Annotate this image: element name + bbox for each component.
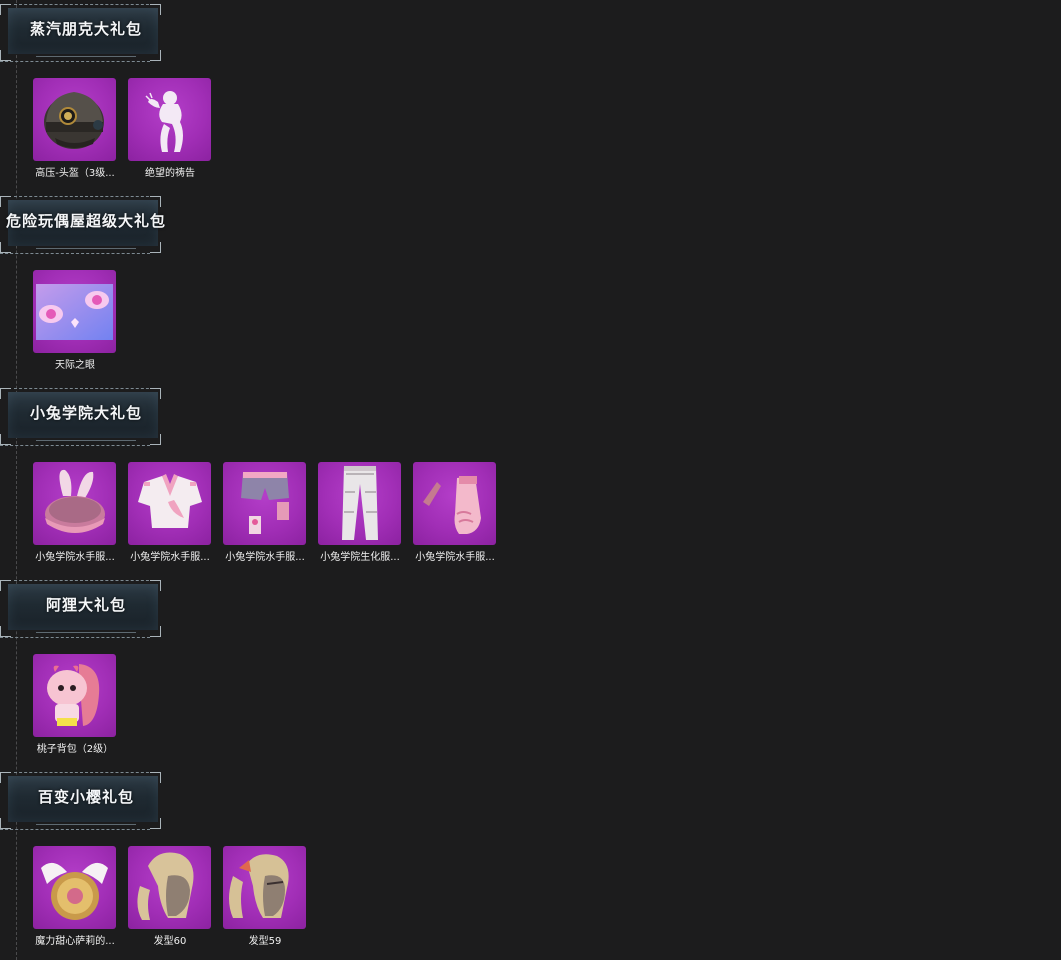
winged-shield-icon: [33, 846, 116, 929]
item-label: 发型60: [153, 936, 187, 947]
bunny-helmet-icon: [33, 462, 116, 545]
pack-title: 百变小樱礼包: [37, 788, 134, 806]
sky-eye-icon: [33, 270, 116, 353]
hairstyle-icon: [223, 846, 306, 929]
emote-prayer-icon: [128, 78, 211, 161]
item-card[interactable]: 发型60: [128, 846, 212, 956]
item-card[interactable]: 绝望的祷告: [128, 78, 212, 188]
pack-title: 蒸汽朋克大礼包: [29, 20, 142, 38]
peach-backpack-icon: [33, 654, 116, 737]
item-card[interactable]: 小兔学院水手服...: [413, 462, 497, 572]
pack-bunny-academy: 小兔学院大礼包 小兔学院水手服... 小兔学院水手服... 小兔学院水手服...…: [0, 384, 520, 576]
sailor-top-icon: [128, 462, 211, 545]
item-card[interactable]: 发型59: [223, 846, 307, 956]
item-card[interactable]: 小兔学院生化服...: [318, 462, 402, 572]
pack-ali: 阿狸大礼包 桃子背包（2级）: [0, 576, 520, 768]
item-label: 小兔学院水手服...: [130, 552, 210, 563]
pack-header: 百变小樱礼包: [0, 768, 170, 834]
item-card[interactable]: 魔力甜心萨莉的...: [33, 846, 117, 956]
helmet-icon: [33, 78, 116, 161]
pack-steampunk: 蒸汽朋克大礼包 高压-头盔（3级... 绝望的祷告: [0, 0, 520, 192]
hairstyle-icon: [128, 846, 211, 929]
item-card[interactable]: 高压-头盔（3级...: [33, 78, 117, 188]
item-label: 小兔学院水手服...: [225, 552, 305, 563]
item-card[interactable]: 天际之眼: [33, 270, 117, 380]
sailor-shorts-icon: [223, 462, 306, 545]
item-label: 小兔学院生化服...: [320, 552, 400, 563]
pack-header: 蒸汽朋克大礼包: [0, 0, 170, 66]
item-label: 小兔学院水手服...: [35, 552, 115, 563]
pack-title: 阿狸大礼包: [45, 596, 126, 614]
item-label: 绝望的祷告: [145, 168, 195, 179]
pack-title: 小兔学院大礼包: [29, 404, 142, 422]
item-card[interactable]: 小兔学院水手服...: [33, 462, 117, 572]
pack-header: 危险玩偶屋超级大礼包: [0, 192, 170, 258]
pack-dollhouse: 危险玩偶屋超级大礼包 天际之眼: [0, 192, 520, 384]
item-label: 桃子背包（2级）: [36, 744, 114, 755]
pack-header: 小兔学院大礼包: [0, 384, 170, 450]
pack-sakura: 百变小樱礼包 魔力甜心萨莉的... 发型60 发型59: [0, 768, 520, 960]
pack-header: 阿狸大礼包: [0, 576, 170, 642]
hazmat-pants-icon: [318, 462, 401, 545]
pack-title: 危险玩偶屋超级大礼包: [5, 212, 166, 230]
item-card[interactable]: 小兔学院水手服...: [128, 462, 212, 572]
item-card[interactable]: 小兔学院水手服...: [223, 462, 307, 572]
item-label: 小兔学院水手服...: [415, 552, 495, 563]
item-label: 高压-头盔（3级...: [35, 168, 115, 179]
item-label: 发型59: [248, 936, 282, 947]
gloves-icon: [413, 462, 496, 545]
item-label: 魔力甜心萨莉的...: [35, 936, 115, 947]
item-card[interactable]: 桃子背包（2级）: [33, 654, 117, 764]
item-label: 天际之眼: [55, 360, 95, 371]
